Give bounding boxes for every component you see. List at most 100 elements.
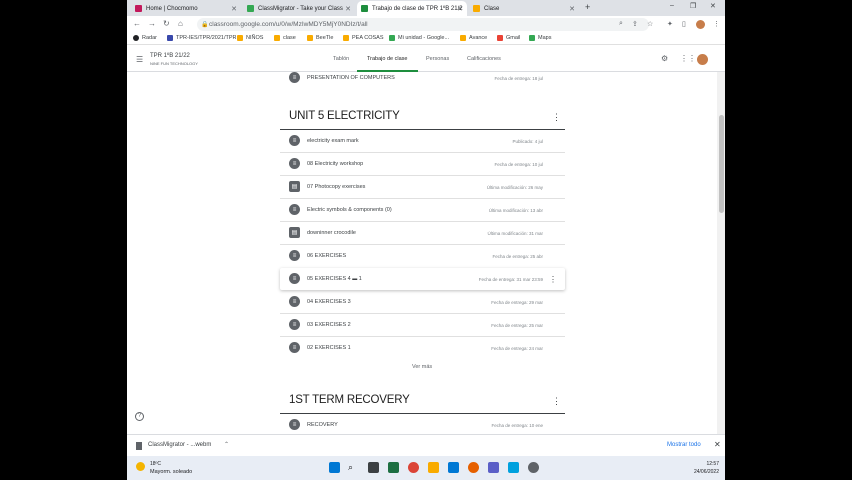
- assignment-row[interactable]: ≡ 04 EXERCISES 3 Fecha de entrega: 29 ma…: [280, 291, 565, 313]
- bookmark-clase[interactable]: clase: [274, 35, 296, 41]
- scrollbar-thumb[interactable]: [719, 115, 724, 213]
- bookmark-drive[interactable]: Mi unidad - Google...: [389, 35, 449, 41]
- class-name[interactable]: TPR 1ºB 21/22: [150, 53, 190, 59]
- assignment-row[interactable]: ≡ 08 Electricity workshop Fecha de entre…: [280, 153, 565, 175]
- chevron-up-icon[interactable]: ⌃: [224, 441, 229, 448]
- bookmark-beetle[interactable]: BeeTle: [307, 35, 333, 41]
- settings-gear-icon[interactable]: ⚙: [661, 54, 668, 63]
- assignment-icon: ≡: [289, 319, 300, 330]
- assignment-meta: Fecha de entrega: 10 ene: [491, 422, 543, 428]
- folder-icon: [274, 35, 280, 41]
- share-icon[interactable]: ⇪: [632, 20, 638, 28]
- row-more-icon[interactable]: ⋮: [549, 275, 557, 284]
- download-filename[interactable]: ClassMigrator - ...webm: [148, 442, 211, 448]
- chocmomo-favicon-icon: [135, 5, 142, 12]
- file-explorer-icon[interactable]: [428, 462, 439, 473]
- app-l-icon[interactable]: [508, 462, 519, 473]
- tab-label: Clase: [484, 5, 500, 12]
- user-avatar[interactable]: [697, 54, 708, 65]
- bookmark-radar[interactable]: Radar: [133, 35, 157, 41]
- bookmark-gmail[interactable]: Gmail: [497, 35, 520, 41]
- assignment-title: 05 EXERCISES 4 ▬ 1: [307, 276, 362, 282]
- bookmark-avance[interactable]: Avance: [460, 35, 487, 41]
- close-tab-icon[interactable]: ✕: [457, 5, 463, 13]
- close-icon[interactable]: ✕: [714, 440, 721, 449]
- material-title: 07 Photocopy exercises: [307, 184, 366, 190]
- tab-label: Home | Chocmomo: [146, 5, 198, 12]
- close-tab-icon[interactable]: ✕: [231, 5, 237, 13]
- bookmark-ninos[interactable]: NIÑOS: [237, 35, 263, 41]
- assignment-row[interactable]: ≡ 02 EXERCISES 1 Fecha de entrega: 24 ma…: [280, 337, 565, 359]
- teams-icon[interactable]: [488, 462, 499, 473]
- firefox-icon[interactable]: [468, 462, 479, 473]
- downloads-bar: ClassMigrator - ...webm ⌃ Mostrar todo ✕: [127, 434, 725, 456]
- see-more-link[interactable]: Ver más: [412, 364, 432, 370]
- tab-personas[interactable]: Personas: [426, 56, 449, 62]
- assignment-title: 03 EXERCISES 2: [307, 322, 351, 328]
- apps-grid-icon[interactable]: ⋮⋮: [680, 54, 696, 63]
- browser-tab-clase[interactable]: Clase ✕: [469, 1, 579, 16]
- help-icon[interactable]: ?: [135, 412, 144, 421]
- assignment-row[interactable]: ≡ RECOVERY Fecha de entrega: 10 ene: [280, 414, 565, 434]
- assignment-row[interactable]: ≡ Electric symbols & components (0) Últi…: [280, 199, 565, 221]
- clock-time[interactable]: 12:57: [687, 461, 719, 467]
- hamburger-menu-icon[interactable]: ☰: [136, 55, 143, 64]
- assignment-row[interactable]: ≡ 03 EXERCISES 2 Fecha de entrega: 25 ma…: [280, 314, 565, 336]
- new-tab-icon[interactable]: +: [585, 2, 590, 12]
- weather-sun-icon[interactable]: [136, 462, 145, 471]
- bookmark-label: Mi unidad - Google...: [398, 35, 450, 41]
- bookmark-maps[interactable]: Maps: [529, 35, 551, 41]
- reload-icon[interactable]: ↻: [163, 19, 170, 28]
- windows-start-icon[interactable]: [329, 462, 340, 473]
- search-icon[interactable]: ⌕: [348, 462, 359, 473]
- bookmark-label: Maps: [538, 35, 552, 41]
- bookmark-pea-cosas[interactable]: PEA COSAS: [343, 35, 384, 41]
- assignment-row-hovered[interactable]: ≡ 05 EXERCISES 4 ▬ 1 Fecha de entrega: 3…: [280, 268, 565, 290]
- topic-more-icon[interactable]: ⋮: [552, 112, 561, 123]
- browser-tab-trabajo-de-clase[interactable]: Trabajo de clase de TPR 1ºB 21/2 ✕: [357, 1, 467, 16]
- assignment-title: RECOVERY: [307, 422, 338, 428]
- tab-strip: Home | Chocmomo ✕ ClassMigrator - Take y…: [127, 0, 725, 16]
- bookmark-star-icon[interactable]: ☆: [647, 20, 653, 28]
- topic-more-icon[interactable]: ⋮: [552, 396, 561, 407]
- window-close-icon[interactable]: ✕: [710, 2, 716, 10]
- menu-dots-icon[interactable]: ⋮: [713, 20, 720, 28]
- clock-date[interactable]: 24/06/2022: [687, 469, 719, 475]
- chrome-icon[interactable]: [408, 462, 419, 473]
- tab-calificaciones[interactable]: Calificaciones: [467, 56, 501, 62]
- profile-avatar[interactable]: [696, 20, 705, 29]
- assignment-row[interactable]: ≡ 06 EXERCISES Fecha de entrega: 25 abr: [280, 245, 565, 267]
- tab-tablon[interactable]: Tablón: [333, 56, 349, 62]
- task-view-icon[interactable]: [368, 462, 379, 473]
- assignment-row[interactable]: ≡ electricity exam mark Publicado: 4 jul: [280, 130, 565, 152]
- material-meta: Última modificación: 26 may: [486, 184, 543, 190]
- material-row[interactable]: ▤ downinner crocodile Última modificació…: [280, 222, 565, 244]
- material-row[interactable]: ▤ 07 Photocopy exercises Última modifica…: [280, 176, 565, 198]
- show-all-button[interactable]: Mostrar todo: [667, 442, 701, 448]
- home-icon[interactable]: ⌂: [178, 19, 183, 28]
- tab-trabajo-de-clase[interactable]: Trabajo de clase: [367, 56, 407, 62]
- minimize-icon[interactable]: –: [670, 2, 674, 9]
- assignment-meta: Fecha de entrega: 10 jul: [494, 161, 543, 167]
- settings-icon[interactable]: [528, 462, 539, 473]
- bookmark-label: Gmail: [506, 35, 521, 41]
- maximize-icon[interactable]: ❐: [690, 2, 696, 10]
- browser-tab-home-chocmomo[interactable]: Home | Chocmomo ✕: [131, 1, 241, 16]
- assignment-title: Electric symbols & components (0): [307, 207, 392, 213]
- excel-icon[interactable]: [388, 462, 399, 473]
- forward-arrow-icon[interactable]: →: [148, 19, 156, 28]
- back-arrow-icon[interactable]: ←: [133, 19, 141, 28]
- calculator-icon[interactable]: [448, 462, 459, 473]
- assignment-meta: Última modificación: 13 abr: [488, 207, 543, 213]
- bookmark-label: Avance: [469, 35, 488, 41]
- browser-tab-classmigrator[interactable]: ClassMigrator - Take your Class ✕: [243, 1, 355, 16]
- sidebar-icon[interactable]: ▯: [682, 20, 686, 28]
- address-bar[interactable]: 🔒 classroom.google.com/u/0/w/MzIwMDY5MjY…: [197, 18, 649, 31]
- extensions-puzzle-icon[interactable]: ✦: [667, 20, 673, 28]
- bookmark-tpr[interactable]: TPR-IES/TPR/2021/TPR...: [167, 35, 241, 41]
- close-tab-icon[interactable]: ✕: [345, 5, 351, 13]
- close-tab-icon[interactable]: ✕: [569, 5, 575, 13]
- assignment-icon: ≡: [289, 158, 300, 169]
- zoom-icon[interactable]: ⌕: [619, 20, 623, 28]
- assignment-row[interactable]: ≡ PRESENTATION OF COMPUTERS Fecha de ent…: [280, 72, 565, 89]
